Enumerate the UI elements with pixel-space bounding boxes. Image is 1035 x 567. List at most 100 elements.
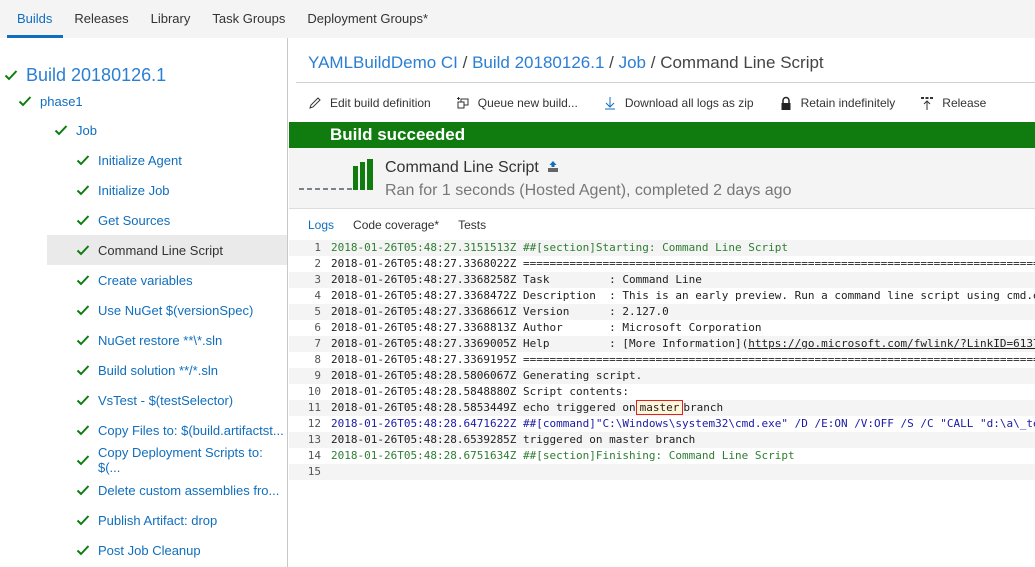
task-title: Command Line Script — [385, 159, 559, 177]
line-number: 1 — [314, 241, 321, 254]
log-text: Script contents: — [516, 385, 630, 398]
log-text: echo triggered on — [516, 401, 636, 414]
log-line: 6 2018-01-26T05:48:27.3368813Z Author : M… — [289, 320, 1035, 336]
sidebar-step-item[interactable]: Create variables — [76, 265, 193, 295]
tab-tests[interactable]: Tests — [458, 218, 486, 232]
line-number: 15 — [307, 465, 321, 478]
tab-builds[interactable]: Builds — [6, 0, 64, 38]
breadcrumb-job[interactable]: Job — [619, 53, 646, 72]
log-text: Generating script. — [516, 369, 643, 382]
queue-new-build-label: Queue new build... — [477, 96, 578, 110]
edit-build-definition-label: Edit build definition — [330, 96, 431, 110]
log-line: 13 2018-01-26T05:48:28.6539285Z triggered… — [289, 432, 1035, 448]
check-icon — [76, 153, 90, 167]
line-number: 11 — [307, 401, 321, 414]
log-timestamp: 2018-01-26T05:48:28.5848880Z — [331, 385, 517, 398]
release-label: Release — [942, 96, 987, 110]
sidebar-step-item[interactable]: Post Job Cleanup — [76, 535, 201, 565]
check-icon — [76, 543, 90, 557]
log-timestamp: 2018-01-26T05:48:28.6539285Z — [331, 433, 517, 446]
tab-task-groups[interactable]: Task Groups — [201, 0, 296, 38]
sidebar-step-label: Create variables — [98, 272, 193, 288]
sidebar-step-label: Post Job Cleanup — [98, 542, 201, 558]
sidebar-step-item[interactable]: Use NuGet $(versionSpec) — [76, 295, 253, 325]
tree-item-job[interactable]: Job — [54, 115, 97, 145]
help-link[interactable]: https://go.microsoft.com/fwlink/?LinkID=… — [748, 337, 1035, 350]
sidebar-step-item[interactable]: Get Sources — [76, 205, 170, 235]
log-line: 5 2018-01-26T05:48:27.3368661Z Version : … — [289, 304, 1035, 320]
check-icon — [4, 68, 18, 82]
sidebar-step-label: Use NuGet $(versionSpec) — [98, 302, 254, 318]
tab-library[interactable]: Library — [140, 0, 202, 38]
breadcrumb-current: Command Line Script — [660, 53, 824, 72]
log-line: 12 2018-01-26T05:48:28.6471622Z ##[comman… — [289, 416, 1035, 432]
breadcrumb-build[interactable]: Build 20180126.1 — [472, 53, 604, 72]
log-line: 9 2018-01-26T05:48:28.5806067Z Generating… — [289, 368, 1035, 384]
line-number: 7 — [314, 337, 321, 350]
line-number: 14 — [307, 449, 321, 462]
sidebar-step-item[interactable]: Publish Artifact: drop — [76, 505, 217, 535]
sidebar-step-label: VsTest - $(testSelector) — [98, 392, 234, 408]
check-icon — [76, 423, 90, 437]
sidebar-step-item[interactable]: Copy Files to: $(build.artifactst... — [76, 415, 284, 445]
log-tabs: Logs Code coverage* Tests — [308, 218, 505, 232]
log-line: 4 2018-01-26T05:48:27.3368472Z Descriptio… — [289, 288, 1035, 304]
tab-deployment-groups[interactable]: Deployment Groups* — [296, 0, 439, 38]
check-icon — [76, 333, 90, 347]
tab-logs[interactable]: Logs — [308, 218, 334, 232]
tab-code-coverage[interactable]: Code coverage* — [353, 218, 439, 232]
log-text: ##[section]Starting: Command Line Script — [516, 241, 788, 254]
sidebar-step-item[interactable]: VsTest - $(testSelector) — [76, 385, 233, 415]
check-icon — [76, 453, 90, 467]
retain-indefinitely-button[interactable]: Retain indefinitely — [778, 95, 896, 111]
pencil-icon — [307, 95, 323, 111]
log-timestamp: 2018-01-26T05:48:27.3368472Z — [331, 289, 517, 302]
sidebar-step-item[interactable]: Copy Deployment Scripts to: $(... — [76, 445, 287, 475]
log-text: Author : Microsoft Corporation — [516, 321, 762, 334]
check-icon — [76, 483, 90, 497]
tree-item-label: phase1 — [40, 93, 83, 109]
log-timestamp: 2018-01-26T05:48:27.3369195Z — [331, 353, 517, 366]
main-panel: YAMLBuildDemo CI / Build 20180126.1 / Jo… — [289, 38, 1035, 567]
sidebar-step-item[interactable]: NuGet restore **\*.sln — [76, 325, 222, 355]
task-header: Command Line Script Ran for 1 seconds (H… — [289, 148, 1035, 209]
log-text: Description : This is an early preview. … — [523, 289, 1035, 302]
task-status-icon — [299, 156, 379, 197]
sidebar-step-item[interactable]: Initialize Agent — [76, 145, 182, 175]
log-timestamp: 2018-01-26T05:48:27.3368661Z — [331, 305, 517, 318]
build-steps-tree: Build 20180126.1 phase1 Job Initialize A… — [0, 38, 288, 567]
breadcrumb: YAMLBuildDemo CI / Build 20180126.1 / Jo… — [308, 53, 824, 73]
breadcrumb-definition[interactable]: YAMLBuildDemo CI — [308, 53, 458, 72]
log-viewer[interactable]: 1 2018-01-26T05:48:27.3151513Z ##[section… — [289, 240, 1035, 567]
check-icon — [76, 393, 90, 407]
log-text: Help : [More Information]( — [516, 337, 749, 350]
queue-new-build-button[interactable]: Queue new build... — [455, 95, 578, 111]
sidebar-step-item[interactable]: Initialize Job — [76, 175, 170, 205]
upload-icon[interactable] — [547, 159, 559, 177]
sidebar-step-label: Command Line Script — [98, 242, 223, 258]
log-text: triggered on master branch — [516, 433, 696, 446]
release-icon — [919, 95, 935, 111]
log-text: ========================================… — [516, 353, 1035, 366]
tab-releases[interactable]: Releases — [63, 0, 139, 38]
line-number: 8 — [314, 353, 321, 366]
breadcrumb-separator: / — [457, 53, 473, 72]
lock-icon — [778, 95, 794, 111]
download-logs-button[interactable]: Download all logs as zip — [602, 95, 754, 111]
sidebar-step-item[interactable]: Build solution **/*.sln — [76, 355, 218, 385]
sidebar-step-label: Delete custom assemblies fro... — [98, 482, 280, 498]
check-icon — [76, 273, 90, 287]
check-icon — [76, 303, 90, 317]
edit-build-definition-button[interactable]: Edit build definition — [307, 95, 431, 111]
release-button[interactable]: Release — [919, 95, 986, 111]
sidebar-step-label: Initialize Agent — [98, 152, 182, 168]
log-line: 14 2018-01-26T05:48:28.6751634Z ##[sectio… — [289, 448, 1035, 464]
sidebar-step-item[interactable]: Command Line Script — [47, 235, 287, 265]
sidebar-step-item[interactable]: Delete custom assemblies fro... — [76, 475, 279, 505]
log-text: branch — [683, 401, 724, 414]
check-icon — [76, 183, 90, 197]
sidebar-step-label: Publish Artifact: drop — [98, 512, 218, 528]
tree-item-phase[interactable]: phase1 — [18, 86, 83, 116]
retain-indefinitely-label: Retain indefinitely — [800, 96, 896, 110]
line-number: 2 — [314, 257, 321, 270]
